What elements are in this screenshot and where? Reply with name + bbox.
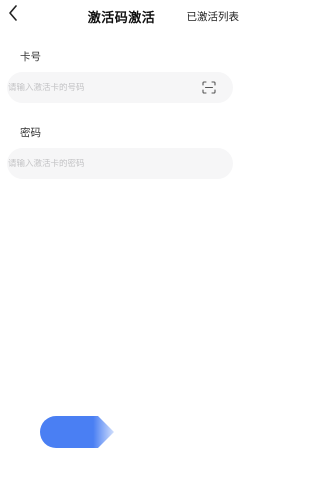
card-number-field-container bbox=[7, 72, 233, 103]
activation-page: 激活码激活 已激活列表 卡号 密码 bbox=[0, 0, 243, 500]
submit-button-shape bbox=[40, 416, 114, 448]
activated-list-link[interactable]: 已激活列表 bbox=[187, 9, 240, 24]
card-number-input[interactable] bbox=[8, 82, 201, 93]
password-field-container bbox=[7, 148, 233, 179]
nav-bar: 激活码激活 已激活列表 bbox=[0, 0, 243, 32]
submit-button[interactable] bbox=[40, 416, 114, 448]
password-label: 密码 bbox=[20, 127, 41, 139]
scan-icon bbox=[202, 81, 216, 94]
card-number-label: 卡号 bbox=[20, 51, 41, 63]
scan-button[interactable] bbox=[201, 80, 217, 96]
password-input[interactable] bbox=[8, 158, 233, 169]
